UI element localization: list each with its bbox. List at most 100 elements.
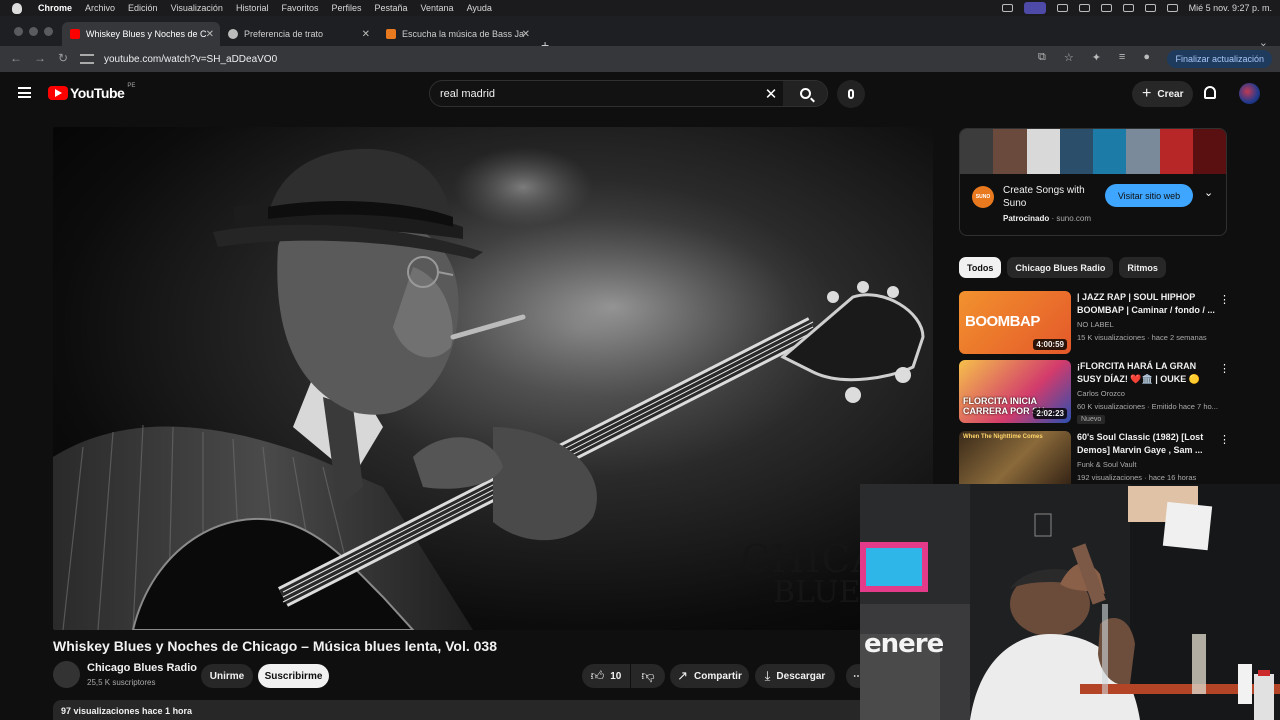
channel-name[interactable]: Chicago Blues Radio (87, 662, 197, 674)
like-button[interactable]: 👍︎ 10 (582, 664, 630, 688)
close-tab-icon[interactable]: ✕ (206, 29, 214, 40)
suno-logo-icon: SUNO (972, 186, 994, 208)
description-box[interactable]: 97 visualizaciones hace 1 hora (53, 700, 933, 720)
zoom-window-button[interactable] (44, 27, 53, 36)
related-video[interactable]: BOOMBAP 4:00:59 | JAZZ RAP | SOUL HIPHOP… (959, 291, 1230, 355)
browser-tab-bar: Whiskey Blues y Noches de C ✕ Preferenci… (0, 16, 1280, 53)
visit-site-button[interactable]: Visitar sitio web (1105, 184, 1193, 207)
tab-title: Whiskey Blues y Noches de C (86, 29, 207, 39)
video-thumbnail[interactable]: FLORCITA INICIA CARRERA POR SU... 2:02:2… (959, 360, 1071, 423)
minimize-window-button[interactable] (29, 27, 38, 36)
youtube-header: YouTube PE real madrid ✕ + Crear (0, 72, 1280, 116)
menu-archivo[interactable]: Archivo (85, 3, 115, 13)
search-spotlight-icon[interactable] (1144, 4, 1156, 12)
install-app-icon[interactable]: ⧉ (1038, 51, 1046, 64)
menu-ayuda[interactable]: Ayuda (467, 3, 492, 13)
related-title: ¡FLORCITA HARÁ LA GRAN SUSY DÍAZ! ❤️🏛️ |… (1077, 361, 1200, 384)
menu-perfiles[interactable]: Perfiles (331, 3, 361, 13)
clear-search-icon[interactable]: ✕ (759, 85, 783, 103)
chevron-down-icon[interactable]: ⌄ (1204, 186, 1213, 199)
status-app-icon[interactable] (1001, 4, 1013, 12)
menu-historial[interactable]: Historial (236, 3, 269, 13)
plus-icon: + (1142, 85, 1152, 102)
screen-record-icon[interactable] (1023, 2, 1046, 14)
thumbs-down-icon: 👎︎ (641, 668, 655, 683)
media-controls-icon[interactable]: ≡ (1119, 51, 1125, 64)
related-channel: NO LABEL (1077, 320, 1114, 329)
bookmark-star-icon[interactable]: ☆ (1064, 51, 1074, 64)
clock[interactable]: Mié 5 nov. 9:27 p. m. (1189, 3, 1272, 13)
related-meta: 60 K visualizaciones · Emitido hace 7 ho… (1077, 402, 1218, 411)
search-input[interactable]: real madrid (440, 88, 759, 100)
tab-youtube[interactable]: Whiskey Blues y Noches de C ✕ (62, 22, 220, 46)
chip-ritmos[interactable]: Ritmos (1119, 257, 1166, 278)
video-player[interactable]: CHICAGO BLUES (53, 127, 933, 630)
download-button[interactable]: ⤓ Descargar (755, 664, 835, 688)
globe-favicon-icon (228, 29, 238, 39)
menu-ventana[interactable]: Ventana (421, 3, 454, 13)
ad-image-strip (960, 129, 1226, 174)
menu-edicion[interactable]: Edición (128, 3, 158, 13)
battery-icon[interactable] (1100, 4, 1112, 12)
profile-icon[interactable]: ● (1143, 51, 1150, 64)
control-center-icon[interactable] (1166, 4, 1178, 12)
menu-hamburger-icon[interactable] (18, 87, 31, 98)
menu-pestana[interactable]: Pestaña (374, 3, 407, 13)
related-channel: Funk & Soul Vault (1077, 460, 1137, 469)
menu-chrome[interactable]: Chrome (38, 3, 72, 13)
address-input[interactable]: youtube.com/watch?v=SH_aDDeaVO0 (80, 49, 1090, 69)
account-avatar[interactable] (1239, 83, 1260, 104)
share-button[interactable]: ↗ Compartir (670, 664, 749, 688)
menu-visualizacion[interactable]: Visualización (171, 3, 223, 13)
more-vert-icon[interactable]: ⋮ (1219, 362, 1230, 375)
apple-icon[interactable] (12, 2, 22, 14)
site-info-icon[interactable] (80, 54, 94, 64)
tab-suno[interactable]: Escucha la música de Bass Ja ✕ (378, 22, 536, 46)
channel-avatar[interactable] (53, 661, 80, 688)
more-vert-icon[interactable]: ⋮ (1219, 433, 1230, 446)
music-favicon-icon (386, 29, 396, 39)
url-text: youtube.com/watch?v=SH_aDDeaVO0 (104, 53, 278, 65)
join-button[interactable]: Unirme (201, 664, 253, 688)
app-menu: Chrome Archivo Edición Visualización His… (38, 3, 492, 13)
close-tab-icon[interactable]: ✕ (522, 29, 530, 40)
download-icon: ⤓ (764, 668, 771, 683)
menu-favoritos[interactable]: Favoritos (281, 3, 318, 13)
macos-menu-bar: Chrome Archivo Edición Visualización His… (0, 0, 1280, 16)
more-vert-icon[interactable]: ⋮ (1219, 293, 1230, 306)
related-video[interactable]: FLORCITA INICIA CARRERA POR SU... 2:02:2… (959, 360, 1230, 424)
subscribe-button[interactable]: Suscribirme (258, 664, 329, 688)
wall-sticker-text: enere (864, 629, 944, 659)
wifi-icon[interactable] (1122, 4, 1134, 12)
close-window-button[interactable] (14, 27, 23, 36)
status-area: Mié 5 nov. 9:27 p. m. (1001, 0, 1272, 16)
voice-search-button[interactable] (837, 80, 865, 108)
notifications-bell-icon[interactable] (1204, 86, 1216, 99)
video-thumbnail[interactable]: BOOMBAP 4:00:59 (959, 291, 1071, 354)
webcam-scene (860, 484, 1280, 720)
share-label: Compartir (694, 670, 742, 682)
search-button[interactable] (783, 81, 827, 106)
close-tab-icon[interactable]: ✕ (362, 29, 370, 40)
reload-icon[interactable]: ↻ (58, 51, 68, 65)
back-arrow-icon[interactable]: ← (10, 51, 22, 65)
youtube-logo[interactable]: YouTube PE (48, 83, 135, 101)
ad-sponsor-line: Patrocinado · suno.com (1003, 214, 1092, 223)
forward-arrow-icon[interactable]: → (34, 51, 46, 65)
extensions-icon[interactable]: ✦ (1092, 51, 1101, 64)
keyboard-icon[interactable] (1056, 4, 1068, 12)
finish-update-button[interactable]: Finalizar actualización (1167, 50, 1272, 68)
download-label: Descargar (776, 670, 826, 682)
create-button[interactable]: + Crear (1132, 81, 1194, 107)
chip-todos[interactable]: Todos (959, 257, 1002, 278)
video-title: Whiskey Blues y Noches de Chicago – Músi… (53, 638, 498, 654)
tab-title: Preferencia de trato (244, 29, 324, 39)
related-meta: 15 K visualizaciones · hace 2 semanas (1077, 333, 1207, 342)
chip-channel[interactable]: Chicago Blues Radio (1007, 257, 1114, 278)
volume-icon[interactable] (1078, 4, 1090, 12)
sponsored-ad-card[interactable]: SUNO Create Songs with Suno Patrocinado … (959, 128, 1227, 236)
dislike-button[interactable]: 👎︎ (631, 664, 665, 688)
tab-preferencia[interactable]: Preferencia de trato ✕ (220, 22, 376, 46)
related-title: | JAZZ RAP | SOUL HIPHOP BOOMBAP | Camin… (1077, 292, 1215, 315)
thumbs-up-icon: 👍︎ (590, 668, 605, 683)
